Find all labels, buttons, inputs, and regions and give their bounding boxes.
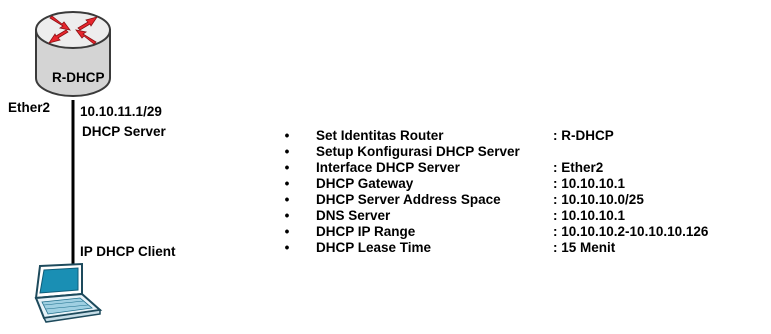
client-label: IP DHCP Client (80, 244, 176, 259)
router-ip-label: 10.10.11.1/29 (80, 104, 162, 119)
bullet-icon (282, 240, 292, 256)
config-key: DNS Server (316, 208, 391, 223)
bullet-icon (282, 208, 292, 224)
config-key: DHCP Server Address Space (316, 192, 501, 207)
config-key: DHCP Lease Time (316, 240, 432, 255)
bullet-icon (282, 176, 292, 192)
config-key: Set Identitas Router (316, 128, 444, 143)
bullet-icon (282, 160, 292, 176)
config-value: 10.10.10.1 (553, 208, 625, 224)
bullet-icon (282, 128, 292, 144)
config-key: DHCP Gateway (316, 176, 414, 191)
config-key: DHCP IP Range (316, 224, 416, 239)
config-value: Ether2 (553, 160, 603, 176)
config-value: 15 Menit (553, 240, 615, 256)
router-name: R-DHCP (52, 70, 105, 85)
router-role-label: DHCP Server (82, 124, 166, 139)
config-value: 10.10.10.0/25 (553, 192, 644, 208)
config-key: Setup Konfigurasi DHCP Server (316, 144, 520, 159)
router-interface-label: Ether2 (8, 100, 51, 115)
config-value: R-DHCP (553, 128, 614, 144)
config-value: 10.10.10.2-10.10.10.126 (553, 224, 708, 240)
bullet-icon (282, 224, 292, 240)
config-key: Interface DHCP Server (316, 160, 460, 175)
bullet-icon (282, 192, 292, 208)
bullet-icon (282, 144, 292, 160)
config-value: 10.10.10.1 (553, 176, 625, 192)
laptop-icon (34, 262, 103, 323)
